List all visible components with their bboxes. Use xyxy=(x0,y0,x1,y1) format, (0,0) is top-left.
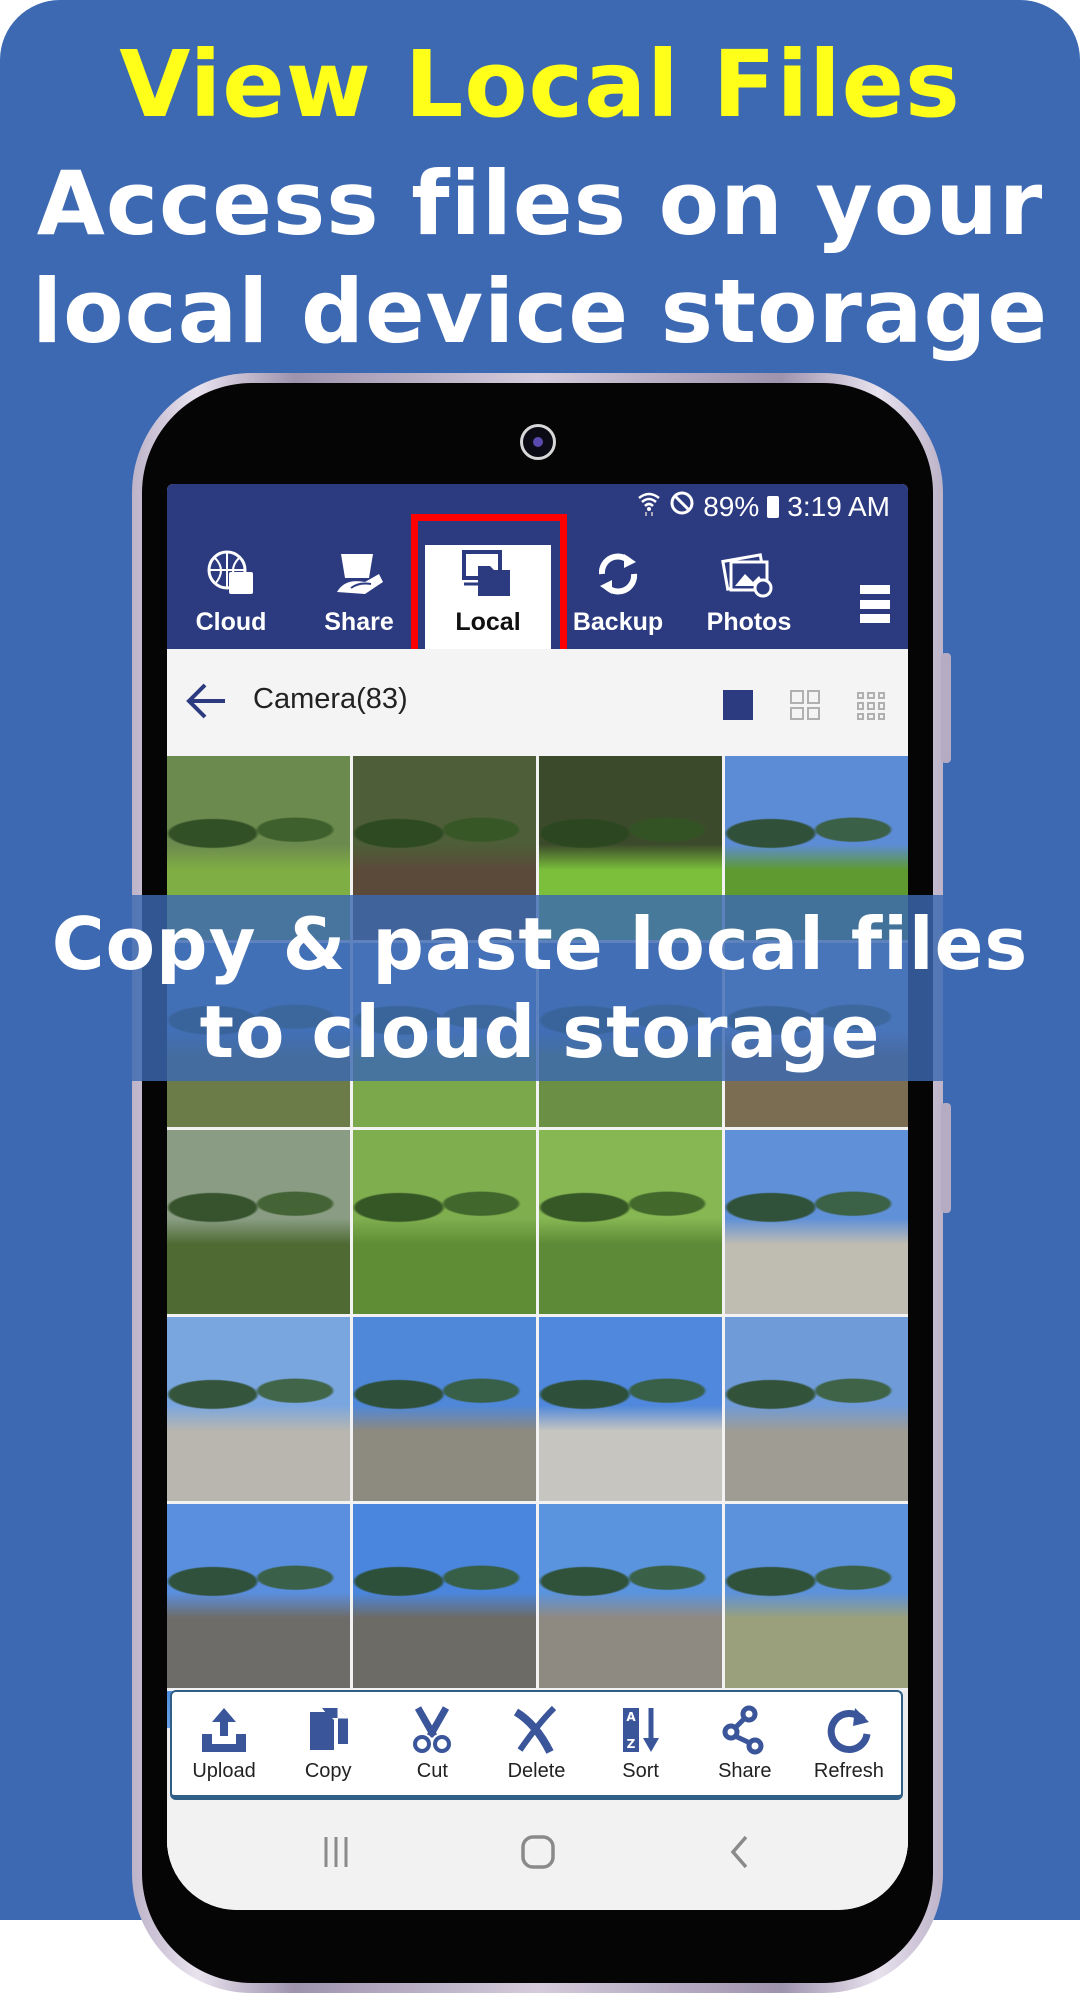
cut-label: Cut xyxy=(416,1760,448,1782)
copy-icon xyxy=(310,1708,349,1750)
delete-label: Delete xyxy=(507,1760,566,1782)
menu-button[interactable] xyxy=(860,585,890,623)
thumbnail-scene xyxy=(167,1537,350,1611)
view-single-button[interactable] xyxy=(723,690,753,720)
photo-thumbnail[interactable] xyxy=(539,1504,722,1688)
tab-photos[interactable]: Photos xyxy=(685,529,813,649)
tab-label: Share xyxy=(324,608,394,636)
copy-label: Copy xyxy=(304,1760,352,1782)
tab-share[interactable]: Share xyxy=(295,529,423,649)
refresh-label: Refresh xyxy=(813,1760,884,1782)
sync-icon xyxy=(590,548,646,600)
promo-subline-1: Access files on your xyxy=(36,152,1044,255)
refresh-button[interactable]: Refresh xyxy=(801,1704,897,1783)
photo-thumbnail[interactable] xyxy=(353,1317,536,1501)
view-grid-3x3-button[interactable] xyxy=(857,692,885,720)
recent-apps-icon[interactable] xyxy=(311,1830,361,1874)
back-arrow-icon[interactable] xyxy=(185,679,229,723)
thumbnail-scene xyxy=(539,1350,722,1424)
thumbnail-scene xyxy=(725,1163,908,1237)
cut-icon xyxy=(413,1706,452,1753)
sort-az-icon: AZ xyxy=(622,1708,659,1752)
caption-line-2: to cloud storage xyxy=(199,990,881,1074)
delete-icon xyxy=(514,1705,557,1754)
upload-icon xyxy=(202,1708,247,1752)
share-label: Share xyxy=(718,1760,772,1782)
promo-headline: View Local Files xyxy=(119,31,961,138)
thumbnail-scene xyxy=(353,1350,536,1424)
thumbnail-scene xyxy=(167,1163,350,1237)
clock: 3:19 AM xyxy=(787,490,890,522)
upload-button[interactable]: Upload xyxy=(176,1704,272,1783)
menu-icon-bar xyxy=(860,599,890,609)
thumbnail-scene xyxy=(725,1350,908,1424)
cut-button[interactable]: Cut xyxy=(384,1704,480,1783)
share-button[interactable]: Share xyxy=(697,1704,793,1783)
svg-text:Z: Z xyxy=(626,1737,635,1751)
photo-thumbnail[interactable] xyxy=(725,1130,908,1314)
cloud-globe-icon xyxy=(203,548,259,600)
action-toolbar: Upload Copy Cut Delete AZ Sort Share Ref… xyxy=(170,1690,903,1800)
photo-thumbnail[interactable] xyxy=(725,1317,908,1501)
system-nav-bar xyxy=(167,1800,908,1910)
thumbnail-scene xyxy=(353,1163,536,1237)
power-button xyxy=(941,1103,951,1213)
photo-thumbnail[interactable] xyxy=(539,1317,722,1501)
photo-thumbnail[interactable] xyxy=(167,1317,350,1501)
wifi-icon xyxy=(637,490,661,523)
app-screen: 89% 3:19 AM Cloud Share Local Backup Pho… xyxy=(167,484,908,1910)
battery-percent: 89% xyxy=(703,490,760,522)
share-icon xyxy=(722,1705,764,1755)
caption-overlay: Copy & paste local files to cloud storag… xyxy=(0,895,1080,1081)
tab-label: Backup xyxy=(572,608,664,636)
refresh-icon xyxy=(827,1708,871,1753)
photo-thumbnail[interactable] xyxy=(725,1504,908,1688)
thumbnail-scene xyxy=(725,1537,908,1611)
tab-cloud[interactable]: Cloud xyxy=(167,529,295,649)
photos-sync-icon xyxy=(721,548,777,600)
photo-thumbnail[interactable] xyxy=(539,1130,722,1314)
front-camera xyxy=(520,424,556,460)
do-not-disturb-icon xyxy=(669,490,695,523)
sort-button[interactable]: AZ Sort xyxy=(593,1704,689,1783)
folder-title: Camera(83) xyxy=(253,683,408,715)
view-grid-2x2-button[interactable] xyxy=(790,690,820,720)
thumbnail-scene xyxy=(725,789,908,863)
photo-thumbnail[interactable] xyxy=(167,1130,350,1314)
upload-label: Upload xyxy=(192,1760,256,1782)
caption-line-1: Copy & paste local files xyxy=(51,902,1029,986)
thumbnail-scene xyxy=(539,1163,722,1237)
home-icon[interactable] xyxy=(513,1830,563,1874)
tab-backup[interactable]: Backup xyxy=(554,529,682,649)
thumbnail-scene xyxy=(167,789,350,863)
battery-icon xyxy=(767,495,780,518)
tab-label: Cloud xyxy=(195,608,267,636)
share-hand-icon xyxy=(331,548,387,600)
tab-label: Photos xyxy=(706,608,792,636)
thumbnail-scene xyxy=(167,1350,350,1424)
photo-thumbnail[interactable] xyxy=(167,1504,350,1688)
back-icon[interactable] xyxy=(715,1830,765,1874)
photo-thumbnail[interactable] xyxy=(353,1504,536,1688)
promo-subline-2: local device storage xyxy=(31,260,1048,363)
photo-thumbnail[interactable] xyxy=(353,1130,536,1314)
thumbnail-scene xyxy=(539,789,722,863)
thumbnail-scene xyxy=(353,1537,536,1611)
sort-label: Sort xyxy=(622,1760,659,1782)
menu-icon-bar xyxy=(860,614,890,623)
volume-button xyxy=(941,653,951,763)
svg-text:A: A xyxy=(626,1710,636,1724)
thumbnail-scene xyxy=(539,1537,722,1611)
delete-button[interactable]: Delete xyxy=(488,1704,584,1783)
highlight-box xyxy=(411,514,567,658)
menu-icon-bar xyxy=(860,585,890,594)
folder-header: Camera(83) xyxy=(167,649,908,756)
thumbnail-scene xyxy=(353,789,536,863)
copy-button[interactable]: Copy xyxy=(280,1704,376,1783)
